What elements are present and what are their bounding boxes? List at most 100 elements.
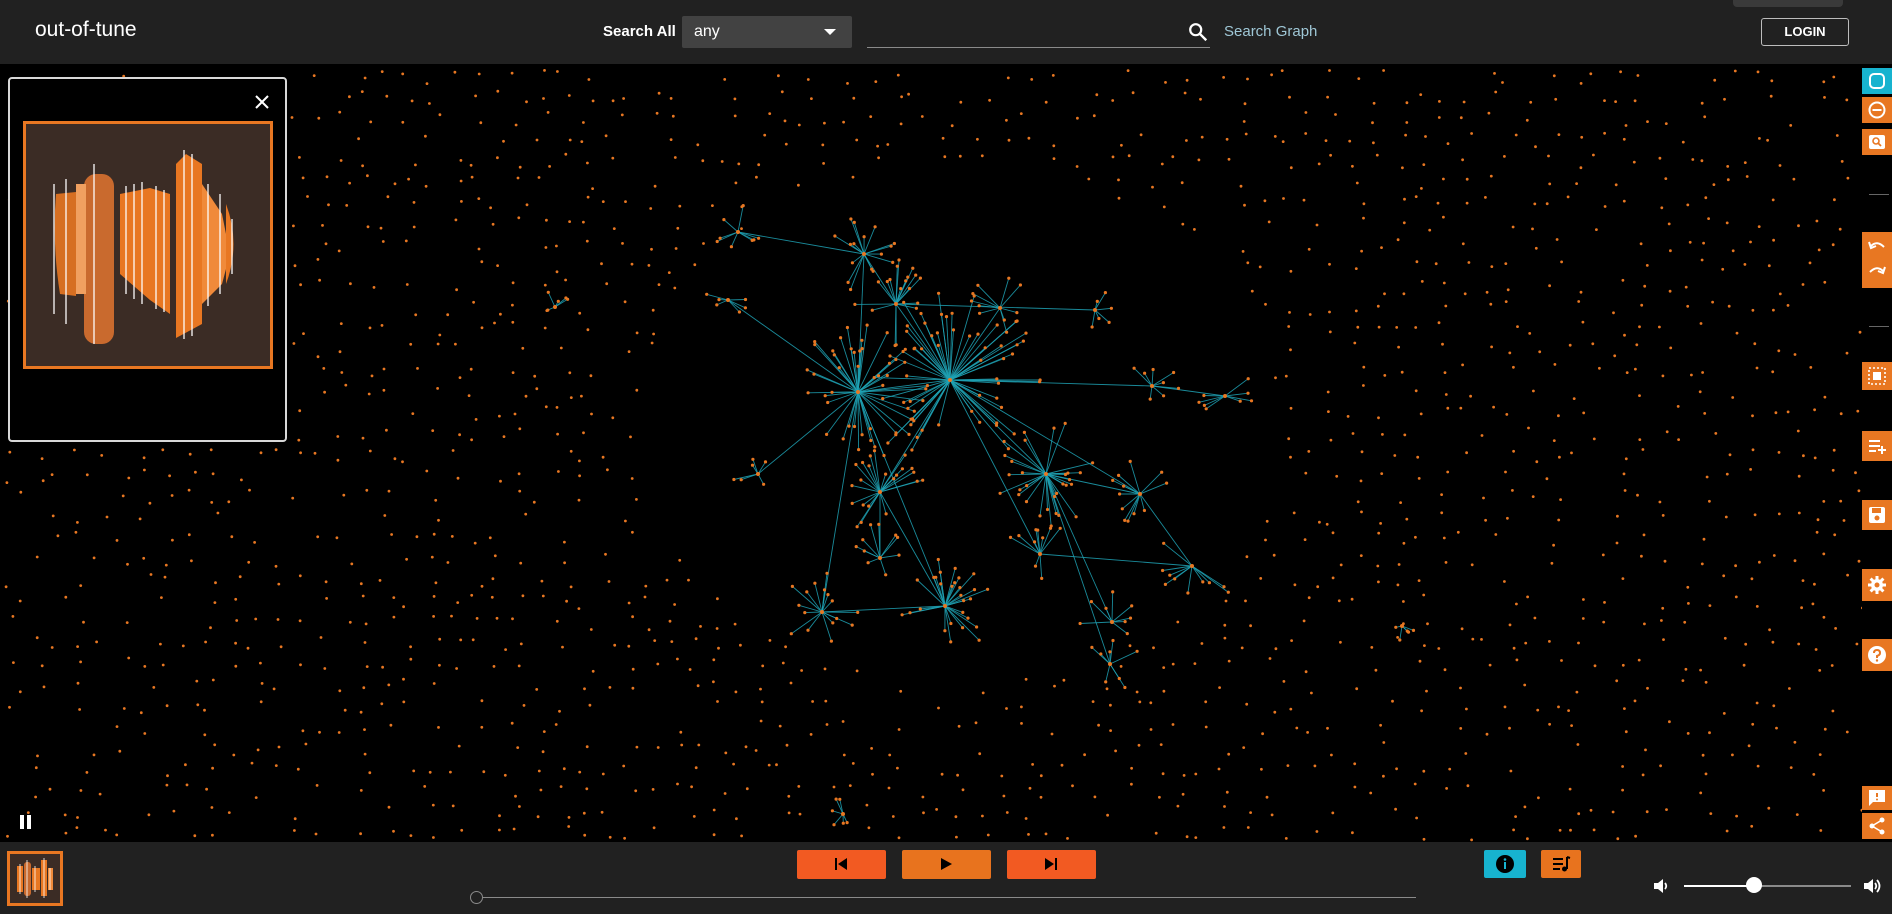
graph-node[interactable] <box>1150 384 1154 388</box>
graph-node[interactable] <box>11 615 15 618</box>
graph-node[interactable] <box>335 536 339 540</box>
share-button[interactable] <box>1862 813 1892 839</box>
graph-node[interactable] <box>1615 541 1619 545</box>
graph-node[interactable] <box>365 488 369 492</box>
graph-node[interactable] <box>517 664 521 668</box>
graph-node[interactable] <box>1132 512 1136 516</box>
graph-node[interactable] <box>668 619 672 623</box>
graph-node[interactable] <box>1579 82 1583 85</box>
graph-node[interactable] <box>1462 100 1466 104</box>
graph-node[interactable] <box>954 815 958 819</box>
graph-node[interactable] <box>1193 662 1197 665</box>
graph-node[interactable] <box>1603 99 1606 102</box>
graph-node[interactable] <box>1331 811 1335 815</box>
graph-node[interactable] <box>847 424 851 428</box>
graph-node[interactable] <box>908 611 912 615</box>
graph-node[interactable] <box>454 342 457 346</box>
graph-node[interactable] <box>1641 773 1645 777</box>
graph-node[interactable] <box>1800 606 1803 610</box>
graph-node[interactable] <box>1204 725 1208 729</box>
graph-node[interactable] <box>1464 752 1468 755</box>
graph-node[interactable] <box>279 645 283 649</box>
graph-node[interactable] <box>832 353 836 357</box>
graph-node[interactable] <box>1371 121 1374 125</box>
graph-node[interactable] <box>1061 482 1065 486</box>
graph-node[interactable] <box>1148 397 1152 401</box>
graph-node[interactable] <box>1067 478 1072 482</box>
graph-node[interactable] <box>467 394 471 397</box>
graph-node[interactable] <box>1528 332 1532 335</box>
graph-node[interactable] <box>1176 804 1180 808</box>
graph-node[interactable] <box>944 315 949 319</box>
graph-node[interactable] <box>1557 414 1560 418</box>
graph-node[interactable] <box>1801 283 1805 286</box>
graph-node[interactable] <box>559 346 563 350</box>
graph-node[interactable] <box>532 500 536 504</box>
graph-node[interactable] <box>831 349 835 353</box>
graph-node[interactable] <box>862 549 866 553</box>
graph-node[interactable] <box>1555 238 1559 241</box>
graph-node[interactable] <box>1418 659 1422 663</box>
graph-node[interactable] <box>160 596 163 599</box>
graph-node[interactable] <box>1244 132 1248 136</box>
graph-node[interactable] <box>1165 481 1169 485</box>
graph-node[interactable] <box>194 470 197 474</box>
graph-node[interactable] <box>1598 366 1601 370</box>
graph-node[interactable] <box>536 815 540 819</box>
graph-node[interactable] <box>712 680 715 684</box>
graph-node[interactable] <box>823 394 827 398</box>
graph-node[interactable] <box>1162 205 1166 209</box>
graph-node[interactable] <box>1015 343 1019 347</box>
graph-node[interactable] <box>1658 500 1662 504</box>
graph-node[interactable] <box>18 690 22 694</box>
graph-node[interactable] <box>1777 451 1781 454</box>
graph-node[interactable] <box>165 783 169 787</box>
graph-node[interactable] <box>1093 308 1097 312</box>
graph-node[interactable] <box>1287 325 1291 328</box>
graph-node[interactable] <box>837 366 841 370</box>
graph-node[interactable] <box>1040 576 1044 581</box>
graph-node[interactable] <box>887 786 891 790</box>
graph-node[interactable] <box>1111 99 1115 102</box>
graph-node[interactable] <box>702 242 705 245</box>
graph-node[interactable] <box>1595 228 1598 232</box>
graph-node[interactable] <box>986 833 990 837</box>
graph-node[interactable] <box>978 752 982 756</box>
graph-node[interactable] <box>1422 769 1426 773</box>
graph-node[interactable] <box>543 69 546 72</box>
graph-node[interactable] <box>1558 828 1562 832</box>
graph-node[interactable] <box>517 216 521 220</box>
graph-node[interactable] <box>1244 599 1247 603</box>
graph-node[interactable] <box>343 708 347 712</box>
graph-node[interactable] <box>781 661 785 665</box>
graph-node[interactable] <box>970 409 974 413</box>
graph-node[interactable] <box>656 746 660 749</box>
graph-node[interactable] <box>1097 316 1101 321</box>
graph-node[interactable] <box>254 796 258 799</box>
graph-node[interactable] <box>1127 154 1131 158</box>
graph-node[interactable] <box>803 611 807 615</box>
graph-node[interactable] <box>838 797 842 801</box>
graph-node[interactable] <box>1326 95 1329 99</box>
graph-node[interactable] <box>210 806 214 809</box>
graph-node[interactable] <box>405 283 409 286</box>
graph-node[interactable] <box>903 453 907 457</box>
graph-node[interactable] <box>605 282 609 286</box>
graph-node[interactable] <box>1771 370 1775 374</box>
graph-node[interactable] <box>234 641 238 645</box>
graph-node[interactable] <box>542 730 546 733</box>
graph-node[interactable] <box>1548 640 1551 643</box>
graph-node[interactable] <box>1171 662 1175 666</box>
graph-node[interactable] <box>491 222 495 226</box>
graph-node[interactable] <box>6 834 9 838</box>
graph-node[interactable] <box>867 504 871 508</box>
graph-node[interactable] <box>535 387 539 391</box>
graph-node[interactable] <box>852 424 857 429</box>
graph-node[interactable] <box>600 810 604 814</box>
graph-node[interactable] <box>1725 472 1729 476</box>
graph-node[interactable] <box>1052 426 1056 430</box>
graph-node[interactable] <box>1700 159 1704 163</box>
graph-node[interactable] <box>1226 590 1230 594</box>
graph-node[interactable] <box>1241 250 1245 253</box>
graph-node[interactable] <box>1703 115 1707 119</box>
